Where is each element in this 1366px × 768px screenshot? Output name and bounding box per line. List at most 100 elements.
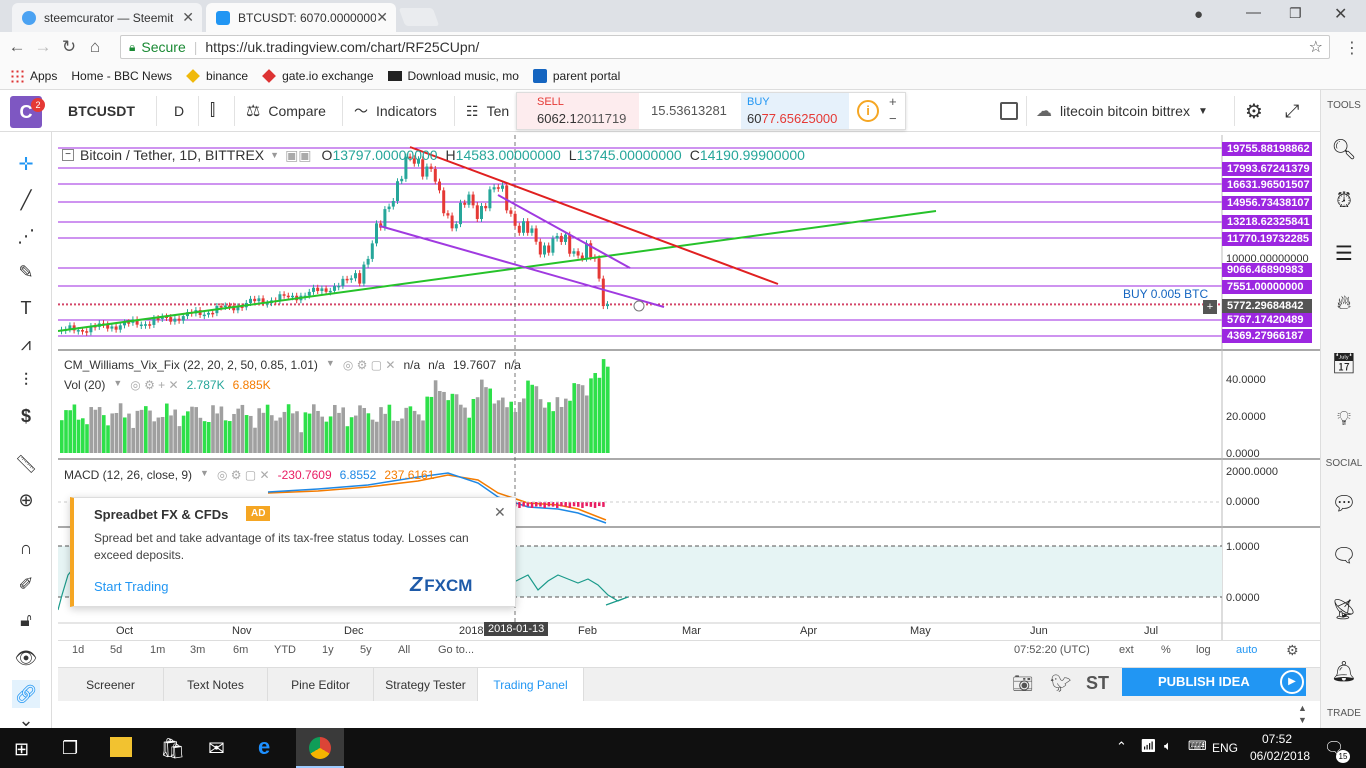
camera-icon[interactable]: 📷︎ xyxy=(1012,674,1034,694)
home-icon[interactable]: ⌂ xyxy=(82,37,108,57)
add-order-icon[interactable]: + xyxy=(1203,300,1217,314)
keyboard-icon[interactable]: ⌨ xyxy=(1188,738,1207,754)
indicators-button[interactable]: 〜 Indicators xyxy=(354,90,437,132)
sell-button[interactable]: SELL 6062.12011719 xyxy=(517,93,639,129)
goto-button[interactable]: Go to... xyxy=(438,644,474,656)
profile-icon[interactable]: ● xyxy=(1194,6,1203,23)
menu-icon[interactable]: ⋮ xyxy=(1344,38,1360,58)
fullscreen-toggle-icon[interactable] xyxy=(1000,102,1018,120)
lock-drawing-icon[interactable]: ✐ xyxy=(12,570,40,598)
address-bar[interactable]: 🔒︎ Secure | https://uk.tradingview.com/c… xyxy=(120,35,1330,59)
axis-settings-icon[interactable]: ⚙ xyxy=(1286,642,1299,659)
chat-icon[interactable]: 💬︎ xyxy=(1329,488,1359,518)
crosshair-icon[interactable]: ✛ xyxy=(12,150,40,178)
bar-style-icon[interactable]: ⫿ xyxy=(210,90,215,132)
indicator-actions-icon[interactable]: ◎ ⚙ ▢ ✕ xyxy=(343,358,396,372)
range-5y[interactable]: 5y xyxy=(360,644,372,656)
new-tab-button[interactable] xyxy=(398,8,440,26)
volume-title[interactable]: Vol (20) xyxy=(64,378,105,392)
close-icon[interactable]: ✕ xyxy=(182,9,194,26)
file-explorer-icon[interactable] xyxy=(110,737,132,757)
dollar-icon[interactable]: $ xyxy=(12,402,40,430)
publish-idea-button[interactable]: PUBLISH IDEA xyxy=(1122,668,1306,696)
list-icon[interactable]: ☰ xyxy=(1329,238,1359,268)
volume-icon[interactable]: 🔈︎ xyxy=(1164,738,1172,754)
settings-icon[interactable]: ⚙ xyxy=(1245,90,1263,132)
scroll-down-icon[interactable]: ▼ xyxy=(1298,715,1307,725)
stocktwits-icon[interactable]: ST xyxy=(1086,673,1109,694)
streams-icon[interactable]: 📡︎ xyxy=(1329,594,1359,624)
link-icon[interactable]: 🔗︎ xyxy=(12,680,40,708)
language-indicator[interactable]: ENG xyxy=(1212,741,1238,755)
trendline-icon[interactable]: ╱ xyxy=(12,186,40,214)
url-text[interactable]: https://uk.tradingview.com/chart/RF25CUp… xyxy=(205,39,479,55)
tab-trading-panel[interactable]: Trading Panel xyxy=(478,668,584,702)
pattern-icon[interactable]: ⩘ xyxy=(12,330,40,358)
prediction-icon[interactable]: ⫶ xyxy=(12,366,40,394)
clock-date[interactable]: 06/02/2018 xyxy=(1250,749,1310,763)
bell-icon[interactable]: 🔔︎ xyxy=(1329,656,1359,686)
layout-selector[interactable]: ☁ litecoin bitcoin bittrex ▼ xyxy=(1036,90,1208,132)
bookmark-apps[interactable]: Apps xyxy=(10,68,57,83)
tray-chevron-icon[interactable]: ⌃ xyxy=(1116,739,1127,755)
edge-icon[interactable]: e xyxy=(258,734,270,760)
tab-strategy-tester[interactable]: Strategy Tester xyxy=(374,668,478,702)
info-icon[interactable]: i xyxy=(857,100,879,122)
auto-toggle[interactable]: auto xyxy=(1236,644,1257,656)
tab-text-notes[interactable]: Text Notes xyxy=(164,668,268,702)
bookmark-bbc[interactable]: Home - BBC News xyxy=(71,69,172,83)
legend-title[interactable]: Bitcoin / Tether, 1D, BITTREX xyxy=(80,147,264,163)
templates-button[interactable]: ☷ Ten xyxy=(466,90,509,132)
unlock-icon[interactable]: 🔓︎ xyxy=(12,606,40,634)
text-icon[interactable]: T xyxy=(12,294,40,322)
messages-icon[interactable]: 🗨︎ xyxy=(1329,540,1359,570)
interval-button[interactable]: D xyxy=(174,90,184,132)
chrome-taskbar-button[interactable] xyxy=(296,728,344,768)
close-icon[interactable]: ✕ xyxy=(494,504,506,521)
fxcm-logo[interactable]: Z FXCM xyxy=(410,574,472,597)
reload-icon[interactable]: ↻ xyxy=(56,37,82,57)
buy-button[interactable]: BUY 6077.65625000 xyxy=(741,93,849,129)
bookmark-parent-portal[interactable]: parent portal xyxy=(532,68,620,83)
range-3m[interactable]: 3m xyxy=(190,644,205,656)
bookmark-gateio[interactable]: gate.io exchange xyxy=(262,69,374,83)
percent-toggle[interactable]: % xyxy=(1161,644,1171,656)
bookmark-binance[interactable]: binance xyxy=(186,69,248,83)
forward-icon[interactable]: → xyxy=(30,37,56,57)
scroll-up-icon[interactable]: ▲ xyxy=(1298,703,1307,713)
start-trading-link[interactable]: Start Trading xyxy=(94,579,168,594)
range-1d[interactable]: 1d xyxy=(72,644,84,656)
restore-icon[interactable]: ❐ xyxy=(1289,5,1302,22)
brush-icon[interactable]: ✎ xyxy=(12,258,40,286)
star-icon[interactable]: ☆ xyxy=(1309,37,1323,57)
collapse-icon[interactable]: − xyxy=(62,149,74,161)
alarm-icon[interactable]: ⏰︎ xyxy=(1329,186,1359,216)
magnet-icon[interactable]: ∩ xyxy=(12,534,40,562)
close-icon[interactable]: ✕ xyxy=(376,9,388,26)
symbol-search[interactable]: BTCUSDT xyxy=(68,90,135,132)
range-ytd[interactable]: YTD xyxy=(274,644,296,656)
range-5d[interactable]: 5d xyxy=(110,644,122,656)
tab-screener[interactable]: Screener xyxy=(58,668,164,702)
play-icon[interactable]: ▶ xyxy=(1280,670,1304,694)
ruler-icon[interactable]: 📏︎ xyxy=(12,450,40,478)
compare-button[interactable]: ⚖ Compare xyxy=(246,90,326,132)
calendar-icon[interactable]: 📅︎ xyxy=(1329,348,1359,378)
twitter-icon[interactable]: 🐦︎ xyxy=(1050,674,1072,694)
mail-icon[interactable]: ✉ xyxy=(208,736,225,761)
legend-actions-icon[interactable]: ▣▣ xyxy=(285,147,311,164)
fire-icon[interactable]: 🔥︎ xyxy=(1329,288,1359,318)
range-1m[interactable]: 1m xyxy=(150,644,165,656)
range-1y[interactable]: 1y xyxy=(322,644,334,656)
minus-button[interactable]: − xyxy=(889,111,897,126)
bookmark-download-music[interactable]: Download music, mo xyxy=(387,69,519,83)
browser-tab-tradingview[interactable]: BTCUSDT: 6070.0000000 ✕ xyxy=(206,3,396,32)
vix-title[interactable]: CM_Williams_Vix_Fix (22, 20, 2, 50, 0.85… xyxy=(64,358,318,372)
macd-title[interactable]: MACD (12, 26, close, 9) xyxy=(64,468,192,482)
clock-time[interactable]: 07:52 xyxy=(1262,732,1292,746)
windows-start-icon[interactable]: ⊞ xyxy=(14,739,29,760)
wifi-icon[interactable]: 📶︎ xyxy=(1140,738,1157,754)
fib-icon[interactable]: ⋰ xyxy=(12,222,40,250)
tab-pine-editor[interactable]: Pine Editor xyxy=(268,668,374,702)
plus-button[interactable]: + xyxy=(889,94,897,109)
